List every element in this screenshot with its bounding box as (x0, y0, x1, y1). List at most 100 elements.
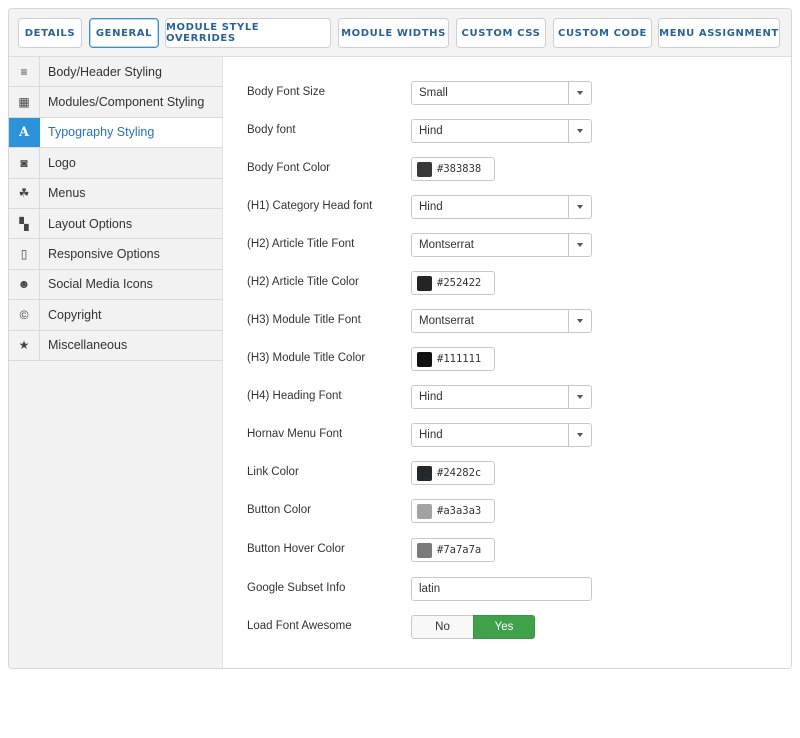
sidebar-item-social-media-icons[interactable]: ☻ Social Media Icons (9, 269, 222, 301)
star-icon: ★ (9, 330, 40, 360)
form-row-link-color: Link Color #24282c (223, 461, 791, 485)
body-font-size-select[interactable]: Small (411, 81, 592, 105)
body-font-color-picker[interactable]: #383838 (411, 157, 495, 181)
h3-module-title-color-picker[interactable]: #111111 (411, 347, 495, 371)
tab-bar: DETAILS GENERAL MODULE STYLE OVERRIDES M… (9, 9, 791, 57)
chevron-down-icon (568, 234, 591, 256)
load-font-awesome-toggle: No Yes (411, 615, 535, 639)
h3-module-title-color-label: (H3) Module Title Color (247, 352, 366, 364)
select-value: Hind (419, 429, 443, 441)
form-row-h3-module-title-font: (H3) Module Title Font Montserrat (223, 309, 791, 333)
link-color-picker[interactable]: #24282c (411, 461, 495, 485)
copyright-icon: © (9, 300, 40, 330)
tab-custom-code[interactable]: CUSTOM CODE (553, 18, 652, 48)
sidebar-item-copyright[interactable]: © Copyright (9, 300, 222, 331)
hornav-menu-font-label: Hornav Menu Font (247, 428, 343, 440)
layout-icon: ▚ (9, 208, 40, 239)
h1-category-head-font-label: (H1) Category Head font (247, 200, 373, 212)
chevron-down-icon (568, 120, 591, 142)
tab-custom-css[interactable]: CUSTOM CSS (456, 18, 546, 48)
chevron-down-icon (568, 424, 591, 446)
color-hex-value: #252422 (437, 277, 482, 289)
sidebar-item-label: Logo (48, 155, 76, 170)
sidebar-item-label: Body/Header Styling (48, 64, 162, 79)
font-icon: A (9, 117, 40, 148)
button-color-label: Button Color (247, 504, 311, 516)
form-row-hornav-menu-font: Hornav Menu Font Hind (223, 423, 791, 447)
sidebar-item-menus[interactable]: ☘ Menus (9, 178, 222, 209)
h2-article-title-color-picker[interactable]: #252422 (411, 271, 495, 295)
settings-panel: DETAILS GENERAL MODULE STYLE OVERRIDES M… (8, 8, 792, 669)
sidebar-item-typography-styling[interactable]: A Typography Styling (9, 117, 222, 149)
toggle-yes-button[interactable]: Yes (473, 615, 535, 639)
h3-module-title-font-select[interactable]: Montserrat (411, 309, 592, 333)
tab-details[interactable]: DETAILS (18, 18, 82, 48)
cubes-icon: ☘ (9, 178, 40, 208)
sidebar-item-label: Copyright (48, 307, 102, 322)
sidebar-item-label: Modules/Component Styling (48, 95, 205, 110)
sidebar-item-modules-component-styling[interactable]: ▦ Modules/Component Styling (9, 87, 222, 118)
link-color-label: Link Color (247, 466, 299, 478)
select-value: Small (419, 87, 448, 99)
chevron-down-icon (568, 82, 591, 104)
form-row-button-hover-color: Button Hover Color #7a7a7a (223, 538, 791, 562)
form-row-h2-article-title-font: (H2) Article Title Font Montserrat (223, 233, 791, 257)
sidebar-item-layout-options[interactable]: ▚ Layout Options (9, 208, 222, 240)
form-row-h1-category-head-font: (H1) Category Head font Hind (223, 195, 791, 219)
button-hover-color-label: Button Hover Color (247, 543, 345, 555)
load-font-awesome-label: Load Font Awesome (247, 620, 352, 632)
form-row-h3-module-title-color: (H3) Module Title Color #111111 (223, 347, 791, 371)
tab-module-widths[interactable]: MODULE WIDTHS (338, 18, 449, 48)
button-hover-color-picker[interactable]: #7a7a7a (411, 538, 495, 562)
sidebar-item-label: Typography Styling (48, 125, 155, 140)
h4-heading-font-select[interactable]: Hind (411, 385, 592, 409)
color-swatch (417, 504, 432, 519)
tab-menu-assignment[interactable]: MENU ASSIGNMENT (658, 18, 780, 48)
select-value: Montserrat (419, 315, 474, 327)
h1-category-head-font-select[interactable]: Hind (411, 195, 592, 219)
tab-module-style-overrides[interactable]: MODULE STYLE OVERRIDES (165, 18, 331, 48)
sidebar-item-logo[interactable]: ◙ Logo (9, 148, 222, 179)
form-row-load-font-awesome: Load Font Awesome No Yes (223, 615, 791, 639)
body-font-size-label: Body Font Size (247, 86, 325, 98)
sidebar-item-body-header-styling[interactable]: ≡ Body/Header Styling (9, 57, 222, 88)
toggle-no-button[interactable]: No (411, 615, 473, 639)
sidebar-item-miscellaneous[interactable]: ★ Miscellaneous (9, 330, 222, 361)
chevron-down-icon (568, 310, 591, 332)
h2-article-title-font-select[interactable]: Montserrat (411, 233, 592, 257)
h2-article-title-color-label: (H2) Article Title Color (247, 276, 359, 288)
form-row-body-font-color: Body Font Color #383838 (223, 157, 791, 181)
body-font-label: Body font (247, 124, 296, 136)
form-row-h4-heading-font: (H4) Heading Font Hind (223, 385, 791, 409)
color-hex-value: #a3a3a3 (437, 505, 482, 517)
color-swatch (417, 276, 432, 291)
color-swatch (417, 352, 432, 367)
color-hex-value: #7a7a7a (437, 544, 482, 556)
color-swatch (417, 162, 432, 177)
camera-icon: ◙ (9, 148, 40, 178)
button-color-picker[interactable]: #a3a3a3 (411, 499, 495, 523)
sidebar-item-label: Social Media Icons (48, 277, 153, 292)
typography-form: Body Font Size Small Body font Hind Body… (223, 57, 791, 668)
hornav-menu-font-select[interactable]: Hind (411, 423, 592, 447)
body-font-color-label: Body Font Color (247, 162, 331, 174)
h3-module-title-font-label: (H3) Module Title Font (247, 314, 361, 326)
h4-heading-font-label: (H4) Heading Font (247, 390, 342, 402)
select-value: Hind (419, 391, 443, 403)
color-hex-value: #383838 (437, 163, 482, 175)
form-row-h2-article-title-color: (H2) Article Title Color #252422 (223, 271, 791, 295)
body-font-select[interactable]: Hind (411, 119, 592, 143)
form-row-body-font-size: Body Font Size Small (223, 81, 791, 105)
mobile-icon: ▯ (9, 239, 40, 269)
users-icon: ☻ (9, 269, 40, 300)
google-subset-info-input[interactable] (411, 577, 592, 601)
h2-article-title-font-label: (H2) Article Title Font (247, 238, 355, 250)
color-hex-value: #111111 (437, 353, 482, 365)
chevron-down-icon (568, 196, 591, 218)
sidebar-item-responsive-options[interactable]: ▯ Responsive Options (9, 239, 222, 270)
tab-general[interactable]: GENERAL (89, 18, 159, 48)
select-value: Montserrat (419, 239, 474, 251)
sidebar-item-label: Miscellaneous (48, 338, 128, 353)
select-value: Hind (419, 201, 443, 213)
form-row-button-color: Button Color #a3a3a3 (223, 499, 791, 523)
